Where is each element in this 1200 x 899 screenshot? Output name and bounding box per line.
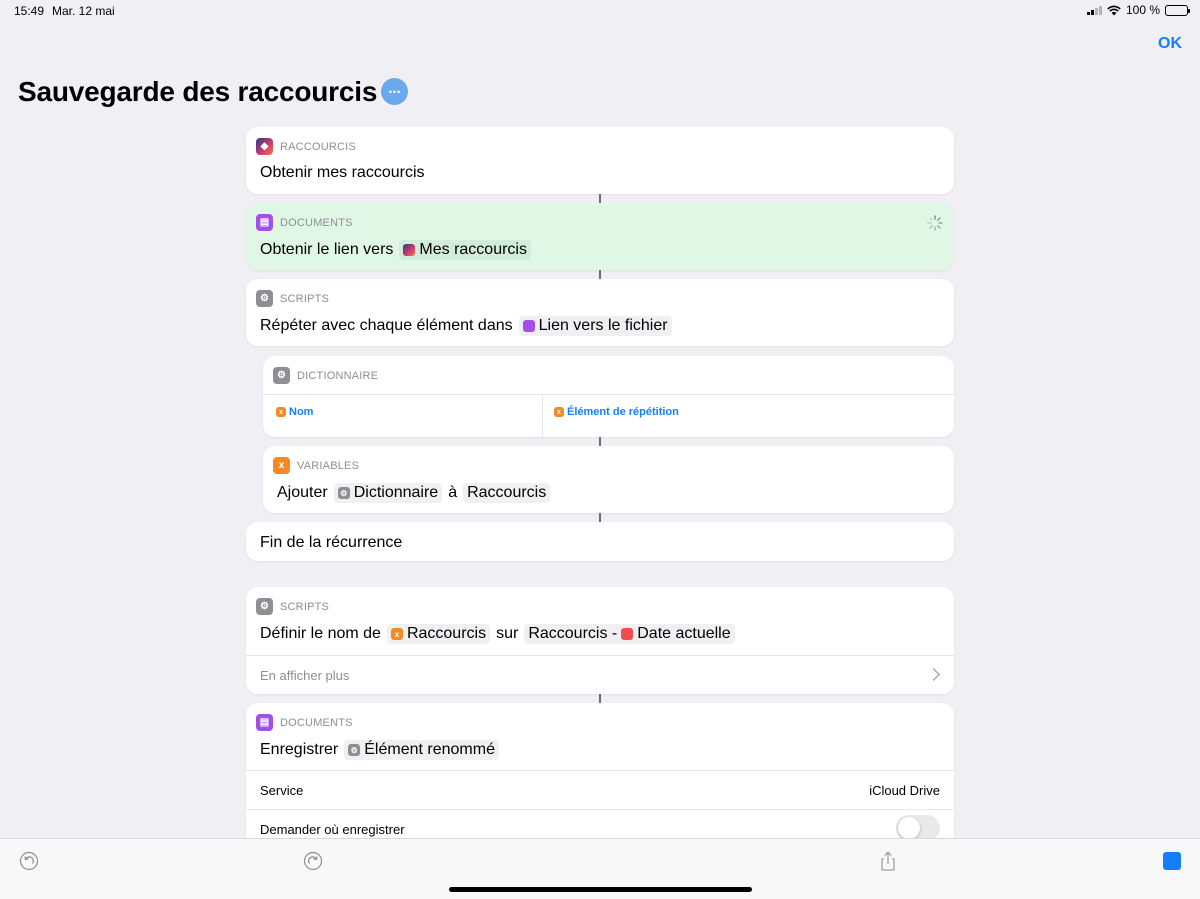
dictionary-key: Nom xyxy=(289,406,314,418)
variable-token[interactable]: ⚙ Élément renommé xyxy=(344,740,499,760)
flow-connector xyxy=(599,270,601,279)
token-label: Raccourcis xyxy=(467,484,547,501)
token-label: Date actuelle xyxy=(637,625,731,642)
calendar-icon xyxy=(621,628,634,640)
token-label: Mes raccourcis xyxy=(419,241,527,258)
gear-icon: ⚙ xyxy=(256,290,273,307)
flow-connector xyxy=(599,194,601,203)
ok-button[interactable]: OK xyxy=(1158,35,1182,53)
action-save-file[interactable]: ▤ DOCUMENTS Enregistrer ⚙ Élément renomm… xyxy=(246,703,954,853)
wifi-icon xyxy=(1107,5,1121,15)
divider xyxy=(246,809,954,810)
status-indicators: 100 % xyxy=(1086,3,1190,17)
documents-app-icon: ▤ xyxy=(256,714,273,731)
token-label: Raccourcis - xyxy=(528,625,618,642)
documents-app-icon xyxy=(522,320,535,332)
action-text: Obtenir mes raccourcis xyxy=(260,164,425,181)
variable-icon: x xyxy=(276,407,286,417)
ellipsis-icon[interactable]: ... xyxy=(381,78,408,105)
column-separator xyxy=(542,395,543,437)
action-text: Ajouter xyxy=(277,484,328,501)
category-label: DOCUMENTS xyxy=(280,216,353,229)
battery-icon xyxy=(1165,4,1190,16)
ask-where-label: Demander où enregistrer xyxy=(260,822,405,837)
dictionary-key-field[interactable]: x Nom xyxy=(276,406,313,418)
bottom-toolbar xyxy=(0,838,1200,899)
status-bar: 15:49 Mar. 12 mai 100 % xyxy=(0,0,1200,22)
variable-icon: x xyxy=(273,457,290,474)
action-end-repeat[interactable]: Fin de la récurrence xyxy=(246,522,954,561)
category-label: SCRIPTS xyxy=(280,292,330,305)
page-title: Sauvegarde des raccourcis xyxy=(18,76,378,107)
undo-icon[interactable] xyxy=(19,851,39,871)
gear-icon: ⚙ xyxy=(337,487,350,499)
show-more-button[interactable]: En afficher plus xyxy=(260,668,349,683)
action-add-to-variable[interactable]: x VARIABLES Ajouter ⚙ Dictionnaire à Rac… xyxy=(263,446,954,513)
cellular-signal-icon xyxy=(1086,5,1102,15)
battery-percent: 100 % xyxy=(1125,3,1160,17)
name-token[interactable]: Raccourcis - Date actuelle xyxy=(524,624,735,644)
category-label: DICTIONNAIRE xyxy=(297,369,379,382)
stop-icon[interactable] xyxy=(1163,852,1181,870)
category-label: SCRIPTS xyxy=(280,600,330,613)
variable-token[interactable]: Raccourcis xyxy=(463,483,551,503)
action-dictionary[interactable]: ⚙ DICTIONNAIRE x Nom x Élément de répéti… xyxy=(263,356,954,437)
flow-connector xyxy=(599,437,601,446)
action-repeat[interactable]: ⚙ SCRIPTS Répéter avec chaque élément da… xyxy=(246,279,954,346)
documents-app-icon: ▤ xyxy=(256,214,273,231)
shortcuts-app-icon xyxy=(403,244,416,256)
variable-token[interactable]: x Raccourcis xyxy=(386,624,491,644)
action-text: sur xyxy=(496,625,519,642)
chevron-right-icon[interactable] xyxy=(927,668,940,681)
action-text: Obtenir le lien vers xyxy=(260,241,394,258)
share-icon[interactable] xyxy=(878,851,898,871)
action-rename[interactable]: ⚙ SCRIPTS Définir le nom de x Raccourcis… xyxy=(246,587,954,694)
gear-icon: ⚙ xyxy=(273,367,290,384)
service-label: Service xyxy=(260,783,304,798)
variable-token[interactable]: Mes raccourcis xyxy=(399,240,531,260)
divider xyxy=(263,394,954,395)
token-label: Raccourcis xyxy=(406,625,487,642)
flow-connector xyxy=(599,513,601,522)
action-get-link[interactable]: ▤ DOCUMENTS Obtenir le lien vers Mes rac… xyxy=(246,203,954,270)
action-text: Fin de la récurrence xyxy=(260,534,403,551)
category-label: RACCOURCIS xyxy=(280,140,356,153)
action-text: Répéter avec chaque élément dans xyxy=(260,317,513,334)
variable-token[interactable]: ⚙ Dictionnaire xyxy=(333,483,443,503)
variable-icon: x xyxy=(554,407,564,417)
dictionary-value: Élément de répétition xyxy=(567,406,679,418)
token-label: Lien vers le fichier xyxy=(538,317,668,334)
loading-spinner-icon xyxy=(927,215,943,231)
shortcuts-app-icon: ◆ xyxy=(256,138,273,155)
home-indicator xyxy=(449,887,752,892)
token-label: Élément renommé xyxy=(364,741,495,758)
token-label: Dictionnaire xyxy=(353,484,439,501)
category-label: VARIABLES xyxy=(297,459,360,472)
dictionary-value-field[interactable]: x Élément de répétition xyxy=(554,406,679,418)
flow-connector xyxy=(599,694,601,703)
gear-icon: ⚙ xyxy=(256,598,273,615)
status-time: 15:49 xyxy=(14,4,45,18)
divider xyxy=(246,770,954,771)
action-text: à xyxy=(448,484,458,501)
redo-icon[interactable] xyxy=(303,851,323,871)
action-text: Définir le nom de xyxy=(260,625,381,642)
divider xyxy=(246,655,954,656)
action-get-shortcuts[interactable]: ◆ RACCOURCIS Obtenir mes raccourcis xyxy=(246,127,954,194)
action-text: Enregistrer xyxy=(260,741,339,758)
gear-icon: ⚙ xyxy=(348,744,361,756)
variable-icon: x xyxy=(390,628,403,640)
variable-token[interactable]: Lien vers le fichier xyxy=(518,316,672,336)
category-label: DOCUMENTS xyxy=(280,716,353,729)
status-date: Mar. 12 mai xyxy=(52,4,115,18)
service-value[interactable]: iCloud Drive xyxy=(869,783,940,798)
